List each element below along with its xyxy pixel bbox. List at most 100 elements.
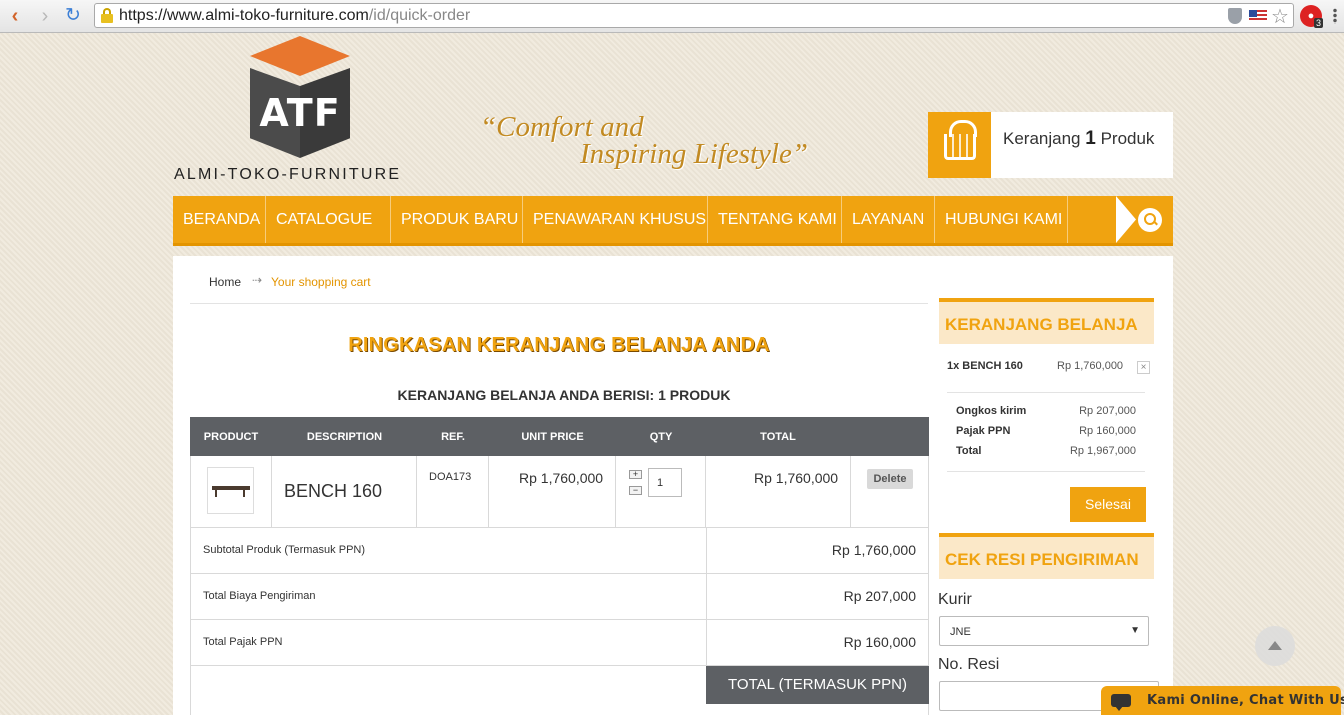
product-ref: DOA173 <box>429 471 472 483</box>
summary-value: Rp 160,000 <box>843 634 916 650</box>
page-content: Home ⇢ Your shopping cart RINGKASAN KERA… <box>173 256 1173 715</box>
summary-row-tax: Total Pajak PPN Rp 160,000 <box>190 620 929 666</box>
cart-label: Keranjang <box>1003 129 1081 148</box>
checkout-button[interactable]: Selesai <box>1070 487 1146 522</box>
cart-count: 1 <box>1085 128 1096 149</box>
forward-arrow-icon[interactable]: › <box>34 5 56 27</box>
scroll-to-top-button[interactable] <box>1255 626 1295 666</box>
summary-label: Total Pajak PPN <box>203 636 283 648</box>
header-cart[interactable]: Keranjang 1 Produk <box>928 112 1173 178</box>
qty-input[interactable] <box>648 468 682 497</box>
cart-unit: Produk <box>1100 129 1155 148</box>
grand-total-label: TOTAL (TERMASUK PPN) <box>706 666 929 704</box>
kurir-label: Kurir <box>938 591 972 608</box>
summary-row-shipping: Total Biaya Pengiriman Rp 207,000 <box>190 574 929 620</box>
nav-penawaran-khusus[interactable]: PENAWARAN KHUSUS <box>523 196 708 243</box>
kurir-value: JNE <box>950 626 971 638</box>
sidebar-item-price: Rp 1,760,000 <box>1057 360 1124 372</box>
delete-button[interactable]: Delete <box>867 469 913 489</box>
nav-search-notch <box>1116 196 1136 243</box>
basket-icon <box>944 120 977 160</box>
sidebar-cart-item[interactable]: 1x BENCH 160 <box>947 360 1023 372</box>
col-total: TOTAL <box>760 431 796 443</box>
col-divider <box>705 456 706 527</box>
sidebar-total-label: Ongkos kirim <box>956 405 1027 417</box>
nav-catalogue[interactable]: CATALOGUE <box>266 196 391 243</box>
url-host: https://www.almi-toko-furniture.com <box>119 7 369 24</box>
resi-label: No. Resi <box>938 656 1000 673</box>
breadcrumb-arrow-icon: ⇢ <box>252 273 263 287</box>
remove-item-icon[interactable]: × <box>1137 361 1150 374</box>
menu-icon[interactable] <box>1333 8 1337 24</box>
logo-letters: ATF <box>259 91 341 135</box>
chat-label: Kami Online, Chat With Us <box>1147 693 1344 708</box>
sidebar-cart-title: KERANJANG BELANJA <box>939 298 1154 344</box>
nav-layanan[interactable]: LAYANAN <box>842 196 935 243</box>
col-divider <box>615 456 616 527</box>
col-divider <box>488 456 489 527</box>
logo-text: ALMI-TOKO-FURNITURE <box>174 166 402 183</box>
table-row: BENCH 160 DOA173 Rp 1,760,000 + − Rp 1,7… <box>190 456 929 528</box>
nav-search[interactable] <box>1116 196 1173 243</box>
breadcrumb-current: Your shopping cart <box>271 275 371 289</box>
chat-widget[interactable]: Kami Online, Chat With Us <box>1101 686 1344 715</box>
search-icon[interactable] <box>1138 208 1162 232</box>
kurir-select[interactable]: JNE ▼ <box>939 616 1149 646</box>
nav-produk-baru[interactable]: PRODUK BARU <box>391 196 523 243</box>
table-header: PRODUCT DESCRIPTION REF. UNIT PRICE QTY … <box>190 417 929 456</box>
product-name[interactable]: BENCH 160 <box>284 481 382 502</box>
flag-icon[interactable] <box>1249 10 1267 22</box>
cart-icon-box <box>928 112 991 178</box>
back-arrow-icon[interactable]: ‹ <box>4 5 26 27</box>
reload-icon[interactable]: ↻ <box>62 5 84 27</box>
col-divider <box>416 456 417 527</box>
summary-value: Rp 207,000 <box>843 588 916 604</box>
summary-label: Total Biaya Pengiriman <box>203 590 316 602</box>
sidebar-total-label: Pajak PPN <box>956 425 1011 437</box>
sidebar-total-label: Total <box>956 445 982 457</box>
bench-image <box>212 486 250 497</box>
site-logo[interactable]: ATF ALMI-TOKO-FURNITURE <box>174 36 430 186</box>
sidebar-total-row: Ongkos kirim Rp 207,000 <box>956 405 1136 417</box>
col-divider <box>271 456 272 527</box>
col-product: PRODUCT <box>203 431 259 443</box>
sidebar-total-row: Pajak PPN Rp 160,000 <box>956 425 1136 437</box>
tagline-line2: Inspiring Lifestyle” <box>580 138 808 170</box>
unit-price: Rp 1,760,000 <box>519 470 604 486</box>
chat-bubble-icon <box>1111 694 1131 711</box>
product-thumbnail[interactable] <box>207 467 254 514</box>
url-path: /id/quick-order <box>368 7 471 24</box>
nav-hubungi-kami[interactable]: HUBUNGI KAMI <box>935 196 1068 243</box>
summary-value: Rp 1,760,000 <box>831 542 916 558</box>
sidebar-total-value: Rp 1,967,000 <box>1069 445 1136 457</box>
qty-decrease-icon[interactable]: − <box>629 486 642 495</box>
nav-tentang-kami[interactable]: TENTANG KAMI <box>708 196 842 243</box>
summary-row-subtotal: Subtotal Produk (Termasuk PPN) Rp 1,760,… <box>190 528 929 574</box>
col-divider <box>706 620 707 665</box>
col-divider <box>706 574 707 619</box>
url-text[interactable]: https://www.almi-toko-furniture.com/id/q… <box>119 7 470 25</box>
page-title: RINGKASAN KERANJANG BELANJA ANDA <box>348 334 770 356</box>
qty-increase-icon[interactable]: + <box>629 470 642 479</box>
cart-subtitle: KERANJANG BELANJA ANDA BERISI: 1 PRODUK <box>397 387 731 403</box>
col-qty: QTY <box>649 431 673 443</box>
extension-badge: 3 <box>1314 18 1324 28</box>
shield-icon[interactable] <box>1228 8 1242 24</box>
sidebar-resi-title: CEK RESI PENGIRIMAN <box>939 533 1154 579</box>
col-description: DESCRIPTION <box>306 431 383 443</box>
cart-summary-text: Keranjang 1 Produk <box>1003 128 1154 150</box>
browser-toolbar: ‹ › ↻ https://www.almi-toko-furniture.co… <box>0 0 1344 33</box>
lock-icon <box>101 8 113 23</box>
address-bar[interactable]: https://www.almi-toko-furniture.com/id/q… <box>94 3 1294 28</box>
grand-total-row: TOTAL (TERMASUK PPN) <box>190 666 929 715</box>
col-divider <box>706 528 707 573</box>
col-unit-price: UNIT PRICE <box>521 431 584 443</box>
nav-beranda[interactable]: BERANDA <box>173 196 266 243</box>
tagline: “Comfort and Inspiring Lifestyle” <box>480 113 808 170</box>
breadcrumb: Home ⇢ Your shopping cart <box>190 256 928 304</box>
breadcrumb-home[interactable]: Home <box>209 275 241 289</box>
col-ref: REF. <box>441 431 465 443</box>
line-total: Rp 1,760,000 <box>754 470 839 486</box>
col-divider <box>850 456 851 527</box>
bookmark-star-icon[interactable]: ☆ <box>1271 4 1289 29</box>
